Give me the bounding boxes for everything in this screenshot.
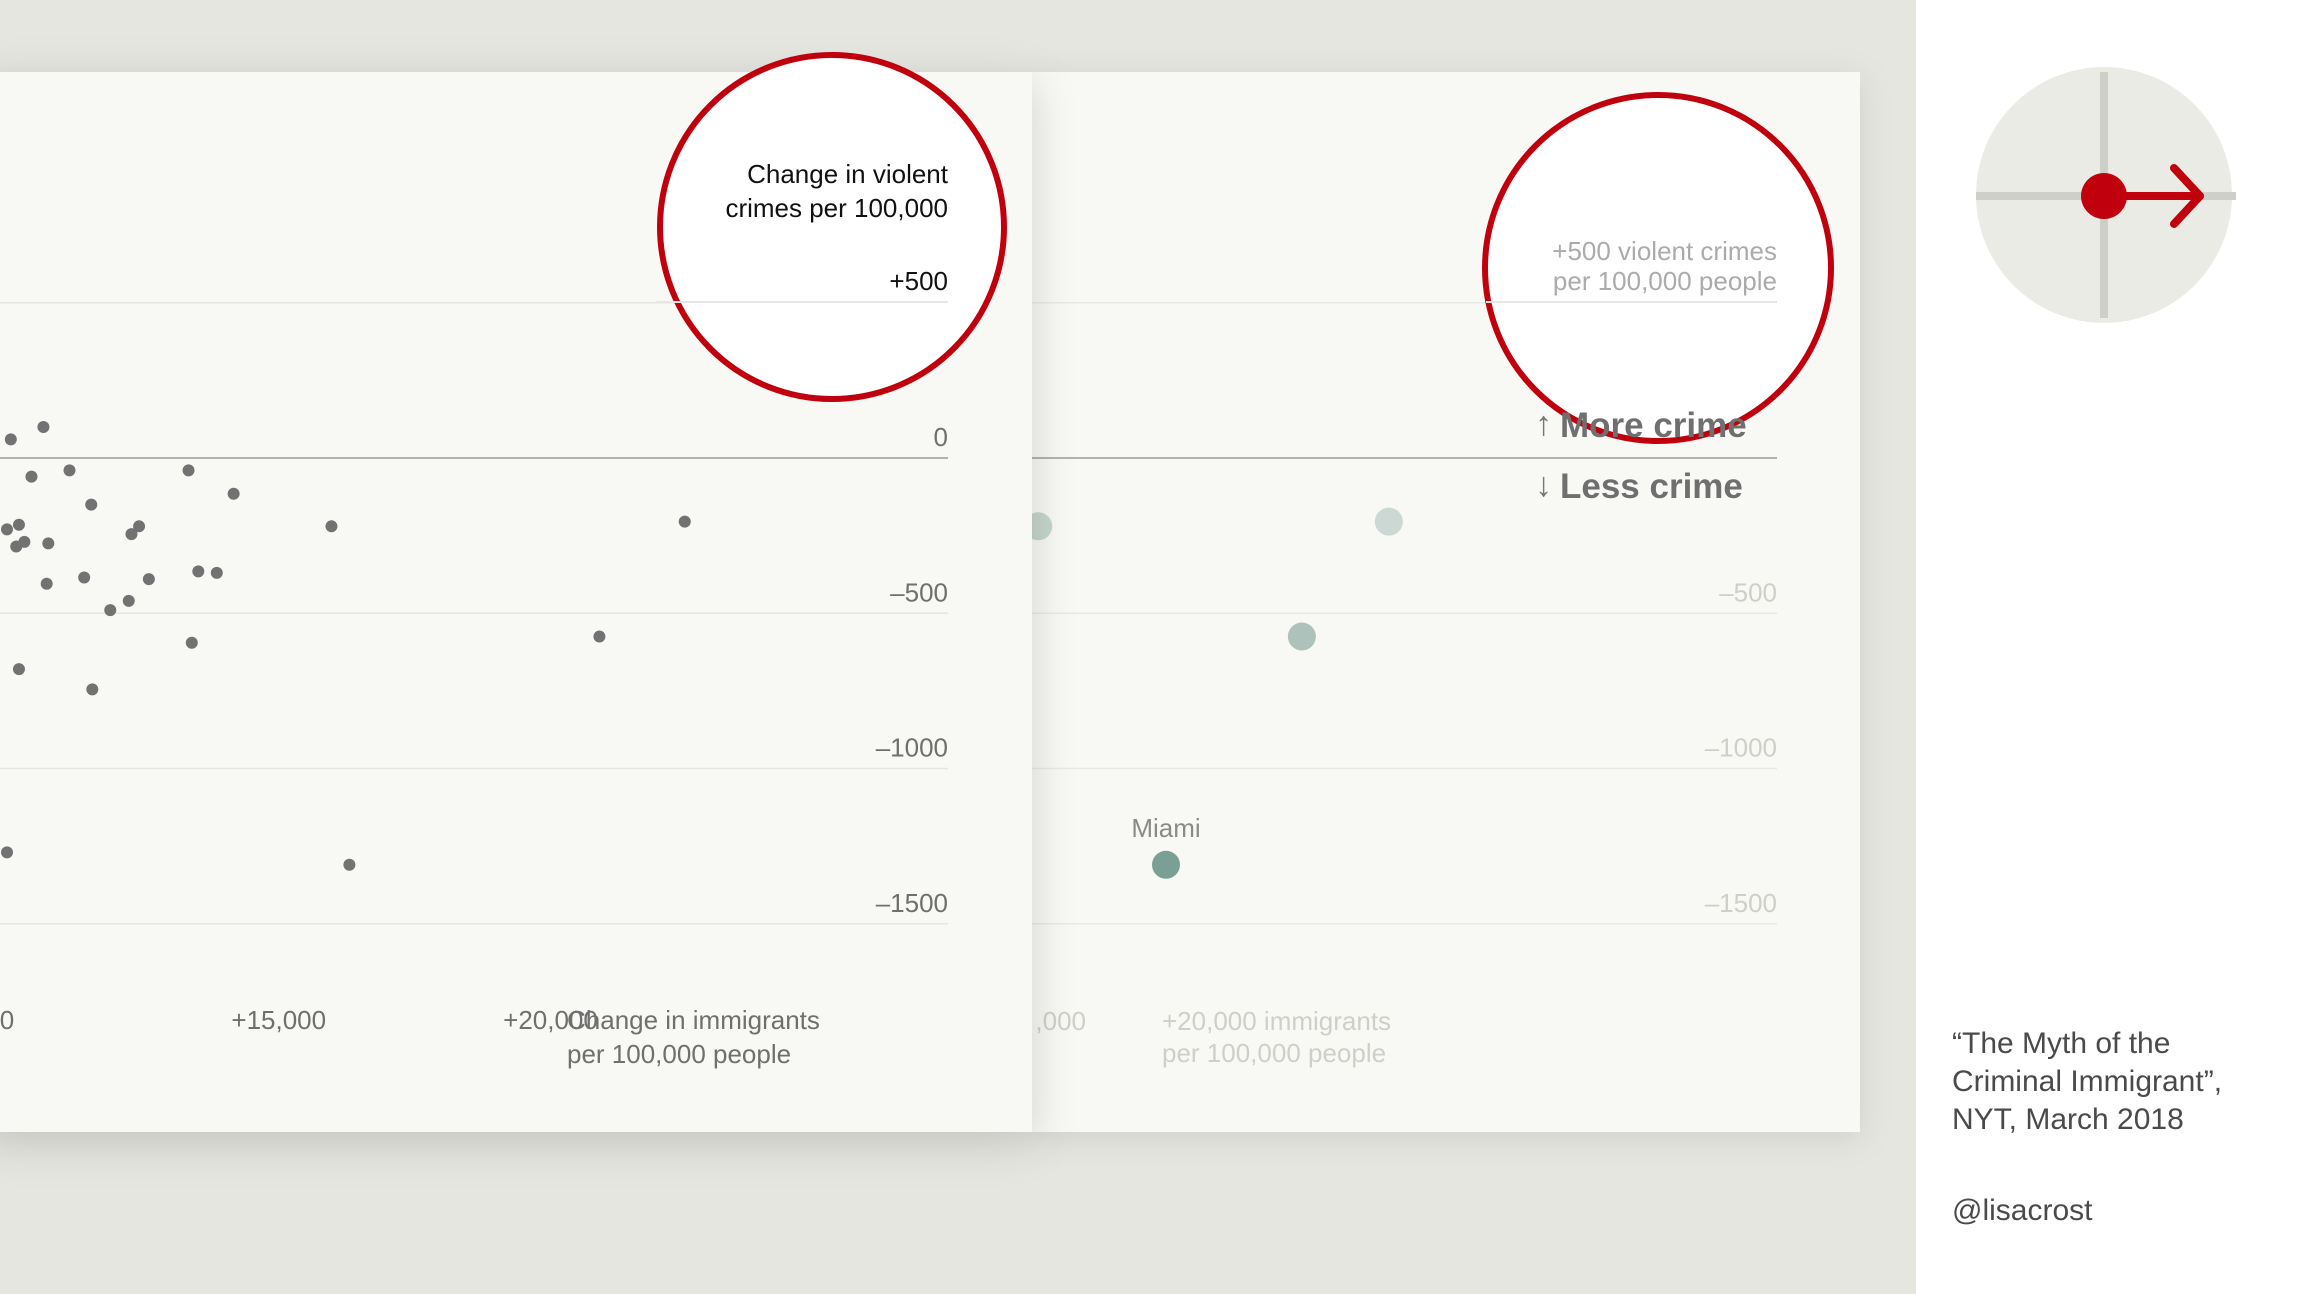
data-point	[1, 523, 13, 536]
x-tick-label: +15,000	[231, 1005, 326, 1035]
x-tick-label: 0	[0, 1005, 14, 1035]
x-axis-title-line2: per 100,000 people	[567, 1039, 791, 1069]
magnifier-circle-back: +500 violent crimes per 100,000 people	[1482, 92, 1834, 444]
data-point	[63, 464, 76, 477]
author-handle[interactable]: @lisacrost	[1952, 1194, 2092, 1228]
source-citation: “The Myth of the Criminal Immigrant”, NY…	[1952, 1025, 2252, 1139]
magnifier-circle-front: Change in violent crimes per 100,000 +50…	[656, 52, 1007, 402]
data-point	[142, 573, 155, 586]
data-point	[1152, 850, 1180, 879]
source-line: “The Myth of the	[1952, 1027, 2171, 1060]
data-point	[42, 537, 55, 550]
data-point	[192, 565, 205, 578]
y-tick-label: –500	[890, 577, 948, 607]
data-point	[12, 518, 25, 531]
data-point	[37, 420, 50, 433]
data-point	[40, 577, 53, 590]
back-y-axis-title-line2: per 100,000 people	[1553, 266, 1777, 296]
data-point	[25, 470, 38, 483]
data-point	[85, 498, 98, 511]
data-point	[182, 464, 195, 477]
x-axis-title-line1: Change in immigrants	[567, 1005, 820, 1035]
data-point	[227, 487, 240, 500]
direction-label-down: Less crime	[1560, 467, 1743, 506]
data-point	[78, 571, 91, 584]
x-tick-label: ,000	[1035, 1006, 1086, 1036]
y-tick-label: –1000	[1705, 733, 1777, 763]
data-point	[12, 663, 25, 676]
data-point	[125, 528, 138, 541]
data-point	[1, 846, 13, 859]
data-point	[185, 636, 198, 649]
front-y-axis-title-line1: Change in violent	[747, 159, 949, 189]
data-point	[122, 594, 135, 607]
x-axis-title-line2: per 100,000 people	[1162, 1038, 1386, 1068]
front-y-tick-label-plus500: +500	[889, 266, 948, 296]
y-tick-label: 0	[934, 422, 948, 452]
data-point	[10, 540, 23, 553]
y-tick-label: –500	[1719, 577, 1777, 607]
y-tick-label: –1500	[876, 888, 948, 918]
data-point	[1374, 507, 1403, 536]
direction-label-up: More crime	[1560, 406, 1747, 445]
data-point	[678, 515, 691, 528]
data-point	[343, 858, 356, 871]
up-arrow-icon: ↑	[1535, 405, 1552, 443]
data-point	[325, 520, 338, 533]
data-point	[104, 604, 117, 617]
source-line: NYT, March 2018	[1952, 1103, 2184, 1136]
data-point	[210, 566, 223, 579]
y-tick-label: –1500	[1705, 888, 1777, 918]
down-arrow-icon: ↓	[1535, 466, 1552, 504]
x-axis-title-line1: +20,000 immigrants	[1162, 1006, 1391, 1036]
back-y-axis-title-line1: +500 violent crimes	[1552, 236, 1777, 266]
crosshair-arrow-right-icon	[1976, 67, 2236, 323]
data-point	[1287, 622, 1316, 651]
front-y-axis-title-line2: crimes per 100,000	[725, 193, 948, 223]
y-tick-label: –1000	[876, 733, 948, 763]
data-point	[593, 630, 606, 643]
data-point-label: Miami	[1131, 813, 1200, 843]
source-line: Criminal Immigrant”,	[1952, 1065, 2223, 1098]
data-point	[86, 683, 99, 696]
data-point	[4, 433, 17, 446]
